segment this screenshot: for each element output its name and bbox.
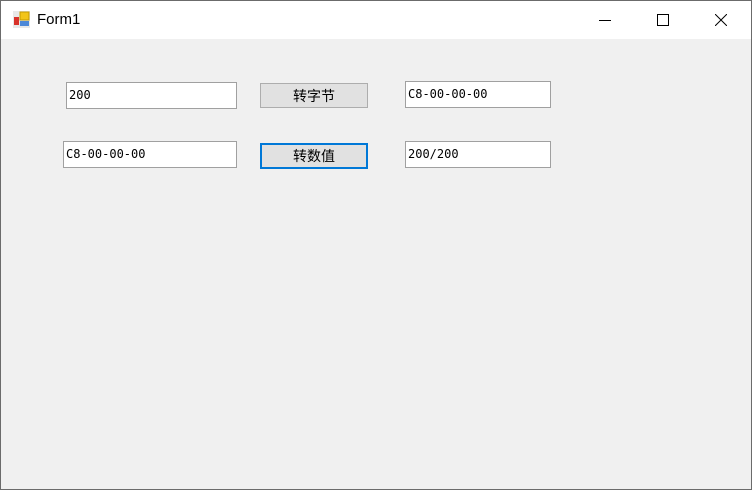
form1-window: Form1 200 转字节 C8-00-00-00 C8-00-00-00 转数… [0,0,752,490]
number-output[interactable]: 200/200 [405,141,551,168]
app-icon [13,11,30,28]
window-title: Form1 [37,11,81,28]
bytes-input[interactable]: C8-00-00-00 [63,141,237,168]
minimize-icon [599,20,611,21]
title-bar: Form1 [1,1,751,39]
to-bytes-button[interactable]: 转字节 [260,83,368,108]
minimize-button[interactable] [576,1,634,39]
to-number-button[interactable]: 转数值 [260,143,368,169]
maximize-button[interactable] [634,1,692,39]
maximize-icon [657,14,669,26]
close-button[interactable] [692,1,750,39]
bytes-output[interactable]: C8-00-00-00 [405,81,551,108]
close-icon [715,14,727,26]
number-input[interactable]: 200 [66,82,237,109]
